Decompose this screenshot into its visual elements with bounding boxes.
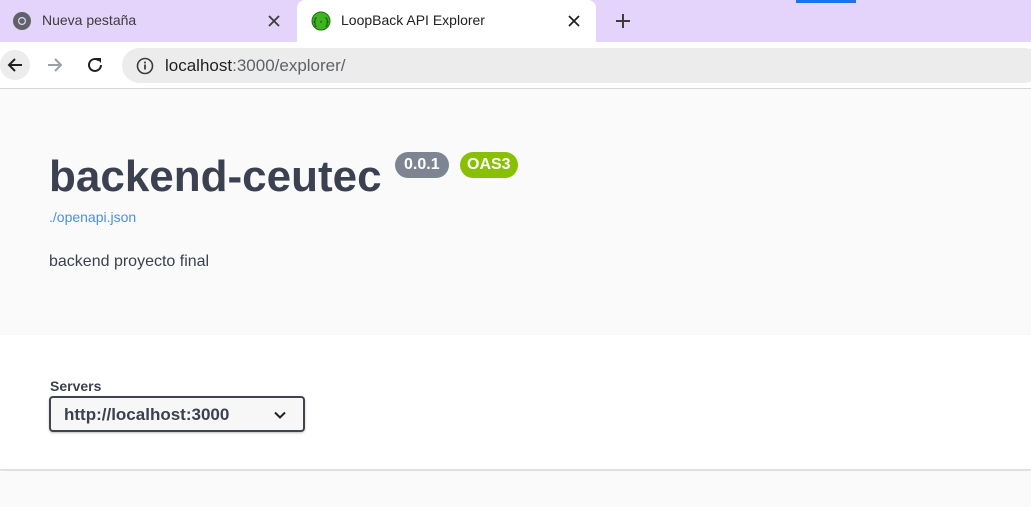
- arrow-left-icon: [7, 58, 22, 72]
- tab-title: Nueva pestaña: [42, 12, 137, 28]
- url-text: localhost:3000/explorer/: [165, 56, 346, 76]
- url-path: :3000/explorer/: [232, 56, 346, 75]
- browser-toolbar: localhost:3000/explorer/: [0, 42, 1031, 89]
- operations-area: [0, 471, 1031, 507]
- loopback-icon: {·}: [311, 11, 331, 31]
- tab-loopback-api-explorer[interactable]: {·} LoopBack API Explorer: [297, 0, 596, 42]
- plus-icon: [616, 14, 630, 28]
- close-tab-icon[interactable]: [264, 11, 284, 31]
- forward-button[interactable]: [40, 50, 70, 80]
- reload-icon: [88, 57, 102, 72]
- tab-strip: Nueva pestaña {·} LoopBack API Explorer: [0, 0, 1031, 42]
- servers-label: Servers: [50, 378, 102, 394]
- reload-button[interactable]: [80, 50, 110, 80]
- url-host: localhost: [165, 56, 233, 75]
- version-badge: 0.0.1: [395, 152, 449, 178]
- close-tab-icon[interactable]: [564, 11, 584, 31]
- address-bar[interactable]: localhost:3000/explorer/: [122, 48, 1031, 83]
- openapi-spec-link[interactable]: ./openapi.json: [49, 209, 136, 225]
- api-description: backend proyecto final: [49, 253, 210, 270]
- arrow-right-icon: [48, 58, 63, 72]
- tab-new-tab[interactable]: Nueva pestaña: [0, 0, 296, 42]
- api-title: backend-ceutec: [49, 152, 382, 201]
- profile-indicator: [796, 0, 856, 3]
- chrome-icon: [13, 12, 31, 30]
- server-select[interactable]: http://localhost:3000: [49, 396, 305, 432]
- back-button[interactable]: [0, 50, 30, 80]
- new-tab-button[interactable]: [610, 8, 636, 34]
- api-info-section: backend-ceutec 0.0.1 OAS3 ./openapi.json…: [0, 90, 1031, 335]
- chevron-down-icon: [274, 411, 286, 419]
- svg-text:{·}: {·}: [312, 17, 330, 28]
- info-icon[interactable]: [136, 57, 154, 75]
- servers-section: Servers http://localhost:3000: [0, 335, 1031, 470]
- tab-title: LoopBack API Explorer: [341, 12, 485, 28]
- server-select-value: http://localhost:3000: [64, 405, 230, 424]
- oas-badge: OAS3: [460, 152, 518, 178]
